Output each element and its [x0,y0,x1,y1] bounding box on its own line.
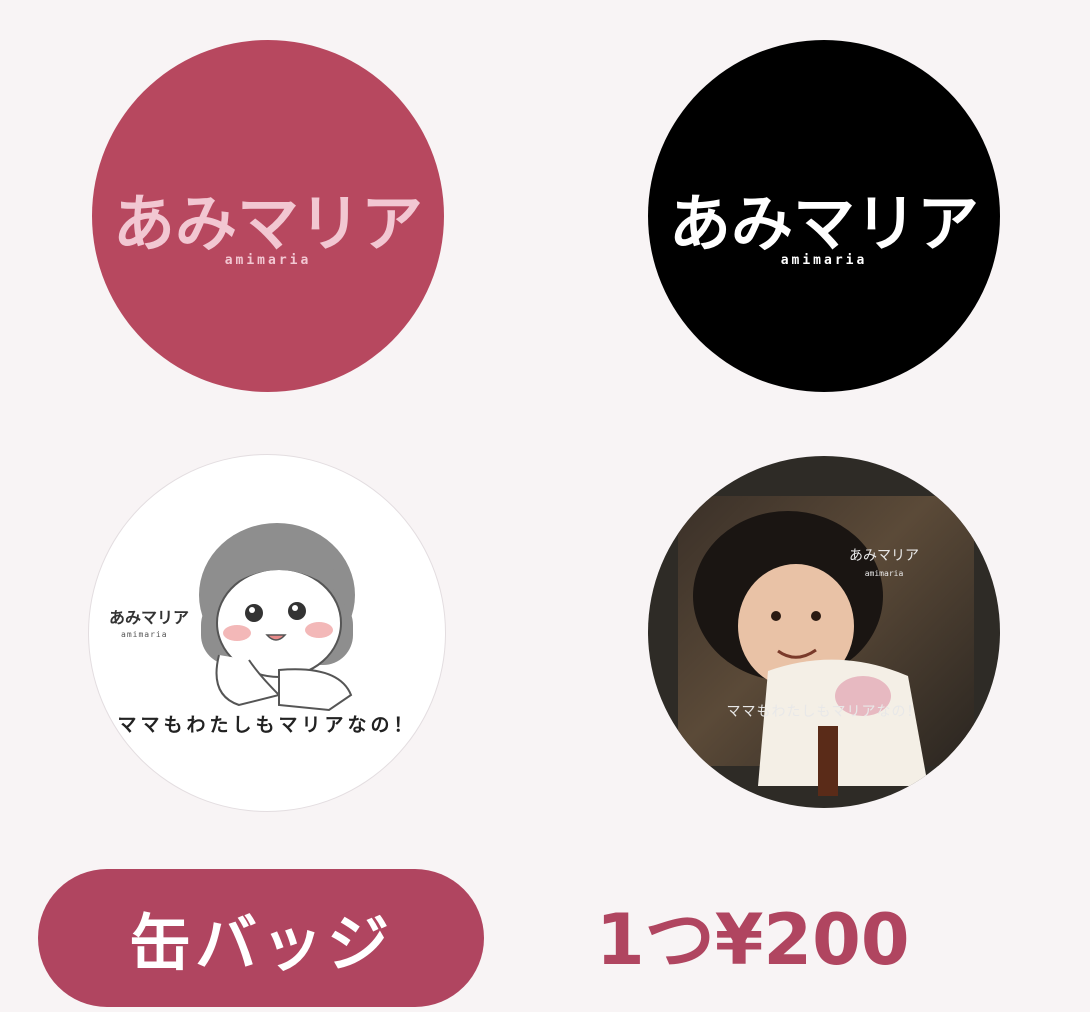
product-price: 1つ¥200 [596,899,910,981]
brand-text: あみマリア [109,608,189,627]
product-label: 缶バッジ [128,907,393,980]
girl-illustration: あみマリア amimaria ママもわたしもマリアなの！ [109,523,416,736]
logo-text: あみマリア [669,187,979,260]
brand-text: あみマリア [849,548,919,564]
child-photo: あみマリア amimaria ママもわたしもマリアなの！ [693,511,928,796]
caption-text: ママもわたしもマリアなの！ [727,704,922,720]
brand-subtext: amimaria [865,569,904,578]
logo-text: あみマリア [113,187,423,260]
black-logo-badge: あみマリア amimaria [648,40,1000,392]
amimaria-logo: あみマリア amimaria [113,187,423,268]
brand-subtext: amimaria [121,630,168,639]
logo-subtext: amimaria [225,253,312,268]
amimaria-logo: あみマリア amimaria [669,187,979,268]
pink-logo-badge: あみマリア amimaria [92,40,444,392]
caption-text: ママもわたしもマリアなの！ [117,714,416,736]
product-label-pill: 缶バッジ [38,869,484,1007]
logo-subtext: amimaria [781,253,868,268]
illustration-badge: あみマリア amimaria ママもわたしもマリアなの！ [89,455,445,811]
photo-badge: あみマリア amimaria ママもわたしもマリアなの！ [648,456,1000,808]
